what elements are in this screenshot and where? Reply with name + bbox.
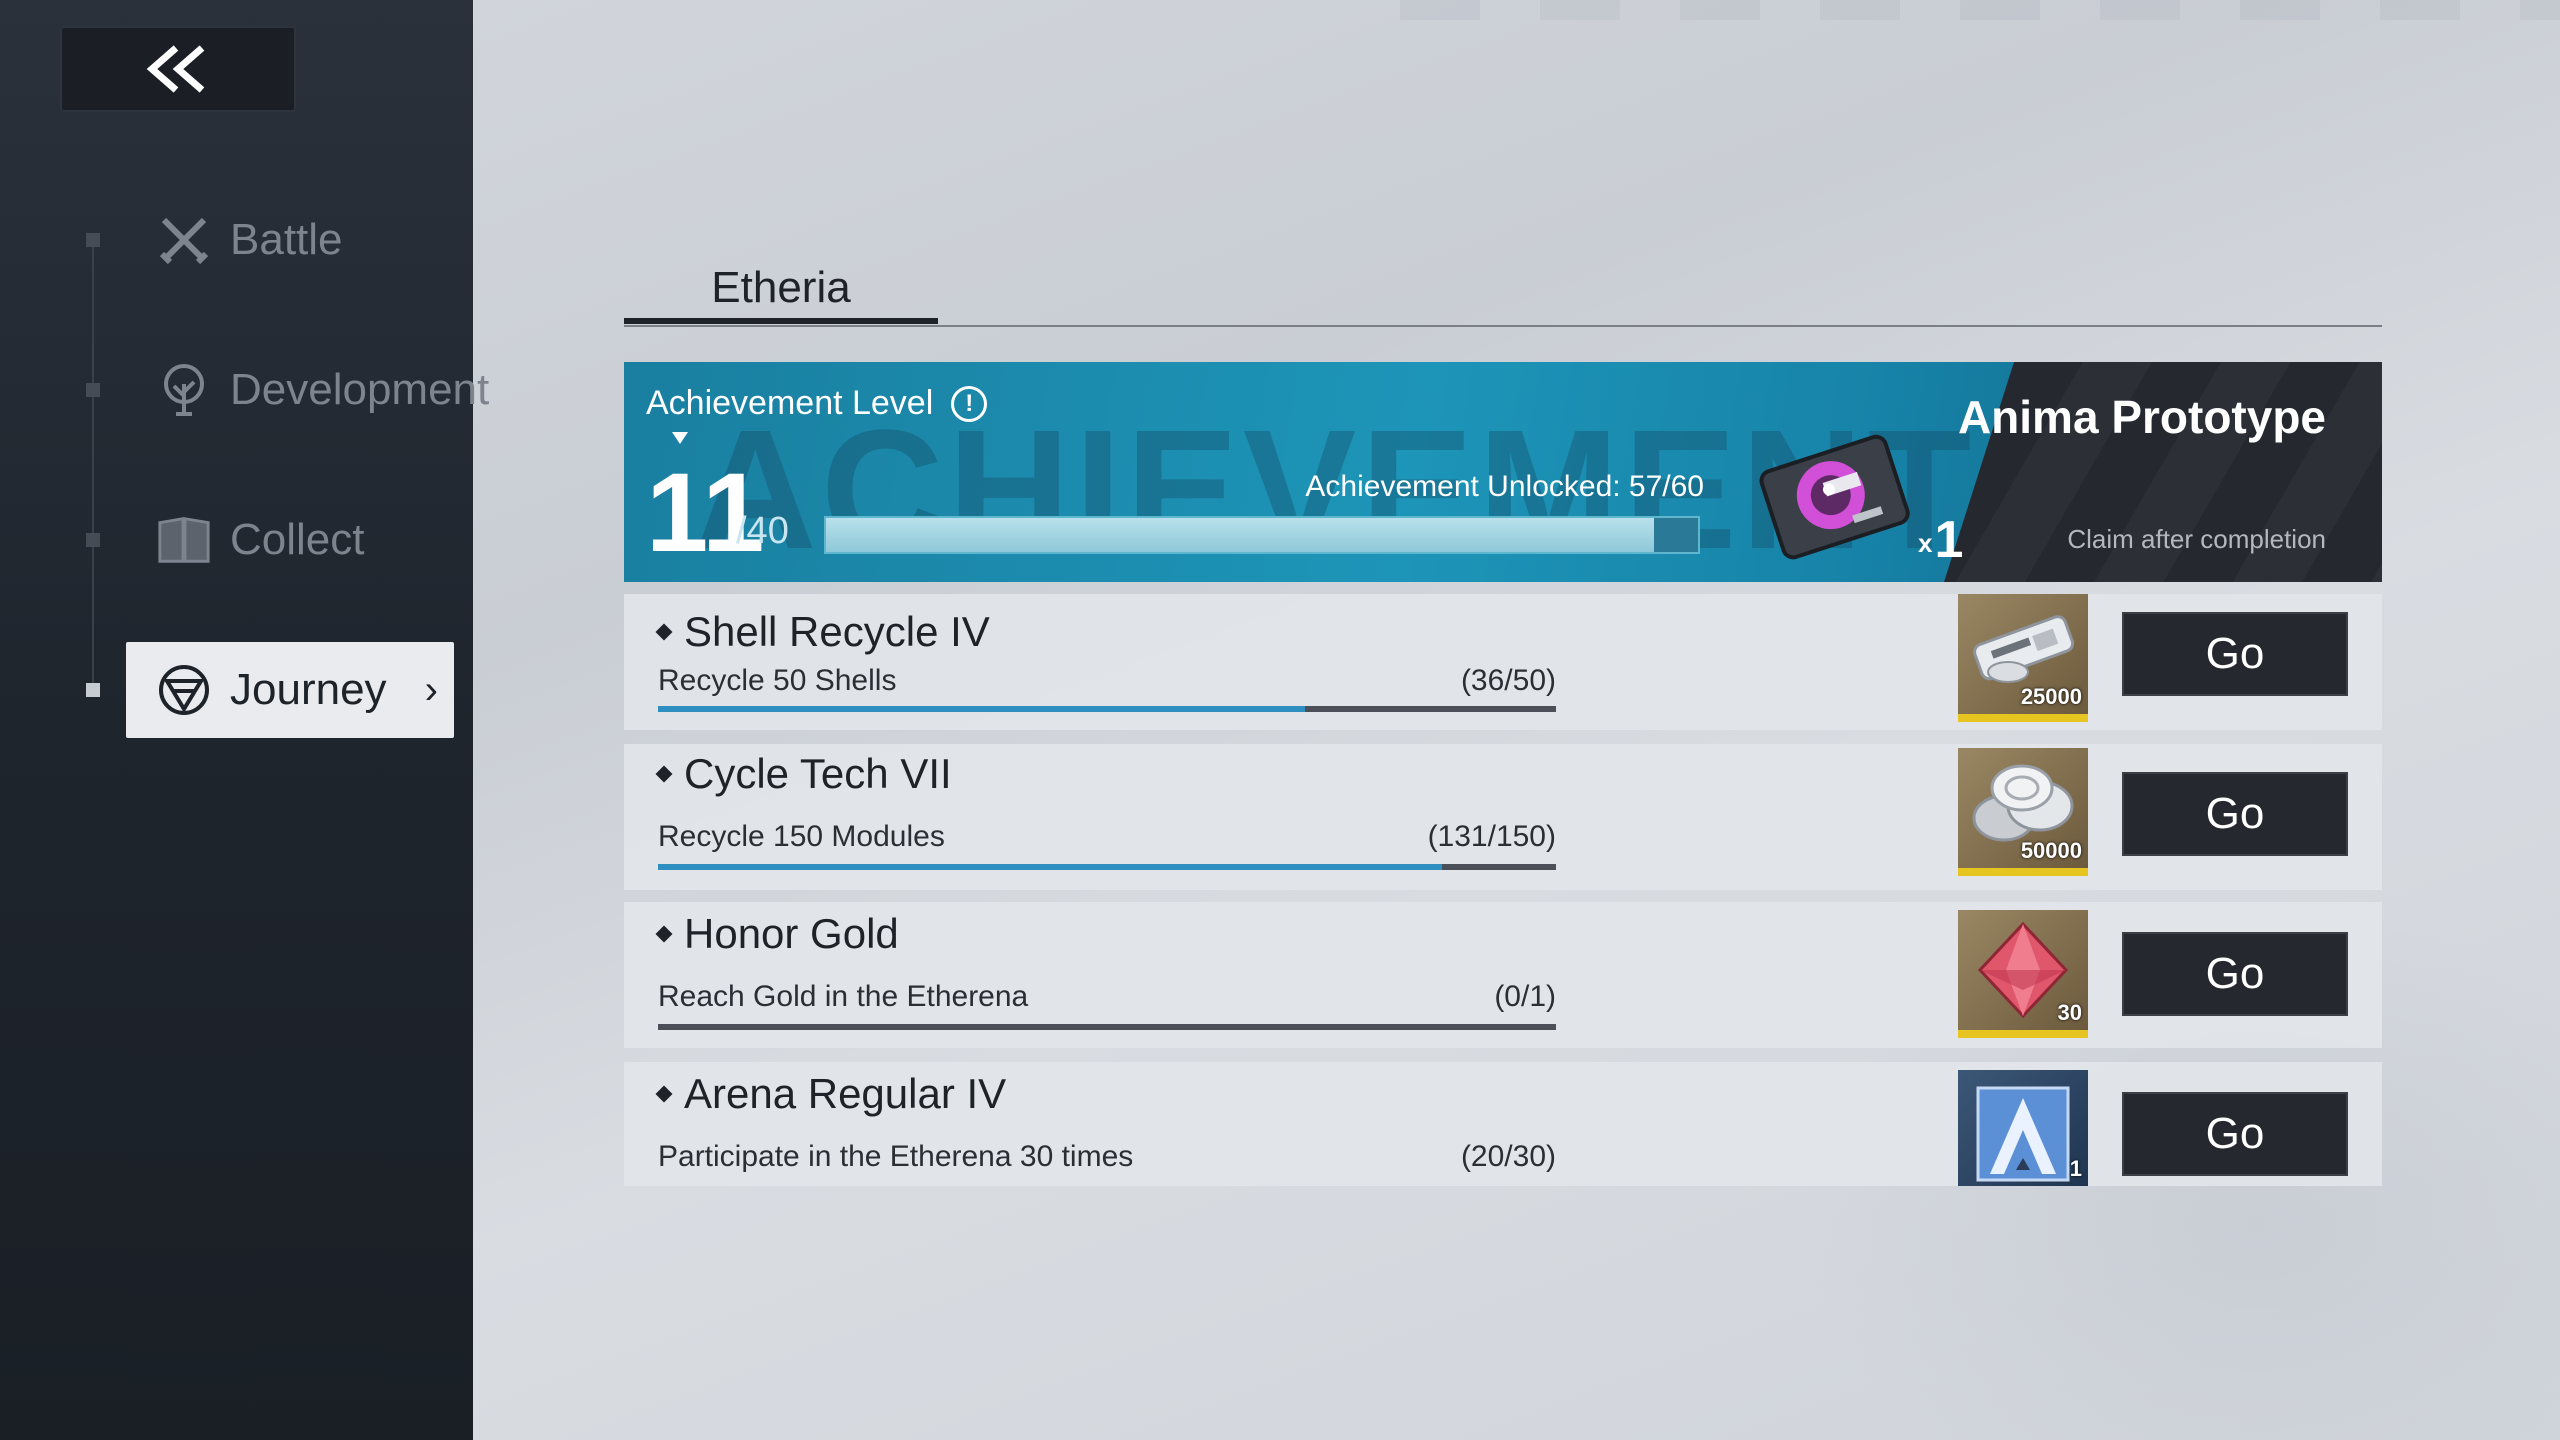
sidebar-item-label: Collect: [230, 515, 365, 564]
journey-emblem-icon: [156, 662, 212, 718]
reward-count: x1: [1918, 510, 1963, 570]
task-description: Reach Gold in the Etherena: [658, 980, 1029, 1013]
task-progress-bar: [658, 706, 1556, 712]
task-title: Honor Gold: [655, 910, 899, 958]
go-button[interactable]: Go: [2122, 932, 2348, 1016]
reward-item[interactable]: 30: [1958, 910, 2088, 1038]
reward-note: Claim after completion: [2067, 524, 2326, 554]
reward-count-prefix: x: [1918, 527, 1933, 558]
go-button[interactable]: Go: [2122, 772, 2348, 856]
anima-prototype-icon[interactable]: [1744, 422, 1924, 562]
arena-ticket-icon: [1976, 1086, 2070, 1182]
reward-item[interactable]: 50000: [1958, 748, 2088, 876]
book-icon: [156, 512, 212, 568]
task-progress-fill: [658, 706, 1305, 712]
sidebar-item-collect[interactable]: Collect: [126, 492, 456, 588]
sidebar-item-development[interactable]: Development: [126, 342, 489, 438]
task-count: (36/50): [1460, 664, 1556, 697]
task-row: Arena Regular IV Participate in the Ethe…: [624, 1062, 2382, 1186]
rail-dot: [86, 533, 100, 547]
sidebar: Battle Development Collect Journey ›: [0, 0, 489, 1440]
double-chevron-left-icon: [146, 45, 205, 93]
reward-count-value: 1: [1934, 511, 1964, 569]
task-title: Cycle Tech VII: [655, 750, 952, 798]
reward-name: Anima Prototype: [1957, 391, 2326, 443]
achievement-banner: ACHIEVEMENTS Achievement Level ! 11 /40 …: [624, 362, 2382, 582]
tab-divider: [624, 325, 2382, 327]
rail-dot-active: [86, 683, 100, 697]
sidebar-item-battle[interactable]: Battle: [126, 192, 456, 288]
rail-dot: [86, 233, 100, 247]
diamond-bullet-icon: [655, 1085, 673, 1103]
caret-down-icon: [672, 432, 688, 444]
task-title: Arena Regular IV: [655, 1070, 1007, 1118]
reward-quantity: 30: [2057, 1000, 2082, 1025]
task-title-text: Arena Regular IV: [684, 1070, 1007, 1117]
task-row: Honor Gold Reach Gold in the Etherena (0…: [624, 902, 2382, 1048]
task-description: Recycle 150 Modules: [658, 820, 945, 853]
nav-rail: [92, 240, 94, 690]
sidebar-item-journey[interactable]: Journey ›: [126, 642, 454, 738]
task-title-text: Honor Gold: [684, 910, 899, 957]
task-title: Shell Recycle IV: [655, 608, 990, 656]
task-row: Shell Recycle IV Recycle 50 Shells (36/5…: [624, 594, 2382, 730]
achievement-level-label: Achievement Level !: [646, 384, 988, 423]
task-count: (131/150): [1427, 820, 1556, 853]
back-button[interactable]: [60, 26, 296, 112]
diamond-bullet-icon: [655, 925, 673, 943]
achievement-unlocked-text: Achievement Unlocked: 57/60: [1305, 470, 1704, 503]
achievement-level-max: /40: [736, 510, 789, 552]
chevron-right-icon: ›: [424, 667, 438, 712]
rail-dot: [86, 383, 100, 397]
task-progress-bar: [658, 864, 1556, 870]
info-icon[interactable]: !: [951, 385, 988, 422]
task-progress-fill: [658, 864, 1442, 870]
task-count: (20/30): [1460, 1140, 1556, 1173]
sidebar-item-label: Battle: [230, 215, 343, 264]
reward-quantity: 50000: [2020, 838, 2082, 863]
tab-active-indicator: [624, 318, 938, 324]
task-description: Participate in the Etherena 30 times: [658, 1140, 1134, 1173]
sidebar-item-label: Development: [230, 365, 490, 414]
achievement-level-title: Achievement Level: [646, 384, 934, 422]
task-progress-bar: [658, 1024, 1556, 1030]
crossed-swords-icon: [156, 212, 212, 268]
achievement-progress-fill: [826, 518, 1655, 552]
task-description: Recycle 50 Shells: [658, 664, 897, 697]
task-count: (0/1): [1494, 980, 1556, 1013]
tab-etheria[interactable]: Etheria: [624, 248, 938, 328]
go-button[interactable]: Go: [2122, 612, 2348, 696]
reward-quantity: 1: [2069, 1156, 2082, 1181]
task-title-text: Cycle Tech VII: [684, 750, 952, 797]
sidebar-item-label: Journey: [230, 665, 387, 714]
reward-item[interactable]: 1: [1958, 1070, 2088, 1186]
diamond-bullet-icon: [655, 623, 673, 641]
task-row: Cycle Tech VII Recycle 150 Modules (131/…: [624, 744, 2382, 890]
reward-item[interactable]: 25000: [1958, 594, 2088, 722]
diamond-bullet-icon: [655, 765, 673, 783]
tree-icon: [156, 362, 212, 418]
task-title-text: Shell Recycle IV: [684, 608, 990, 655]
background-streak: [1400, 0, 2560, 20]
achievement-progress-bar: [824, 516, 1700, 554]
go-button[interactable]: Go: [2122, 1092, 2348, 1176]
reward-quantity: 25000: [2020, 684, 2082, 709]
